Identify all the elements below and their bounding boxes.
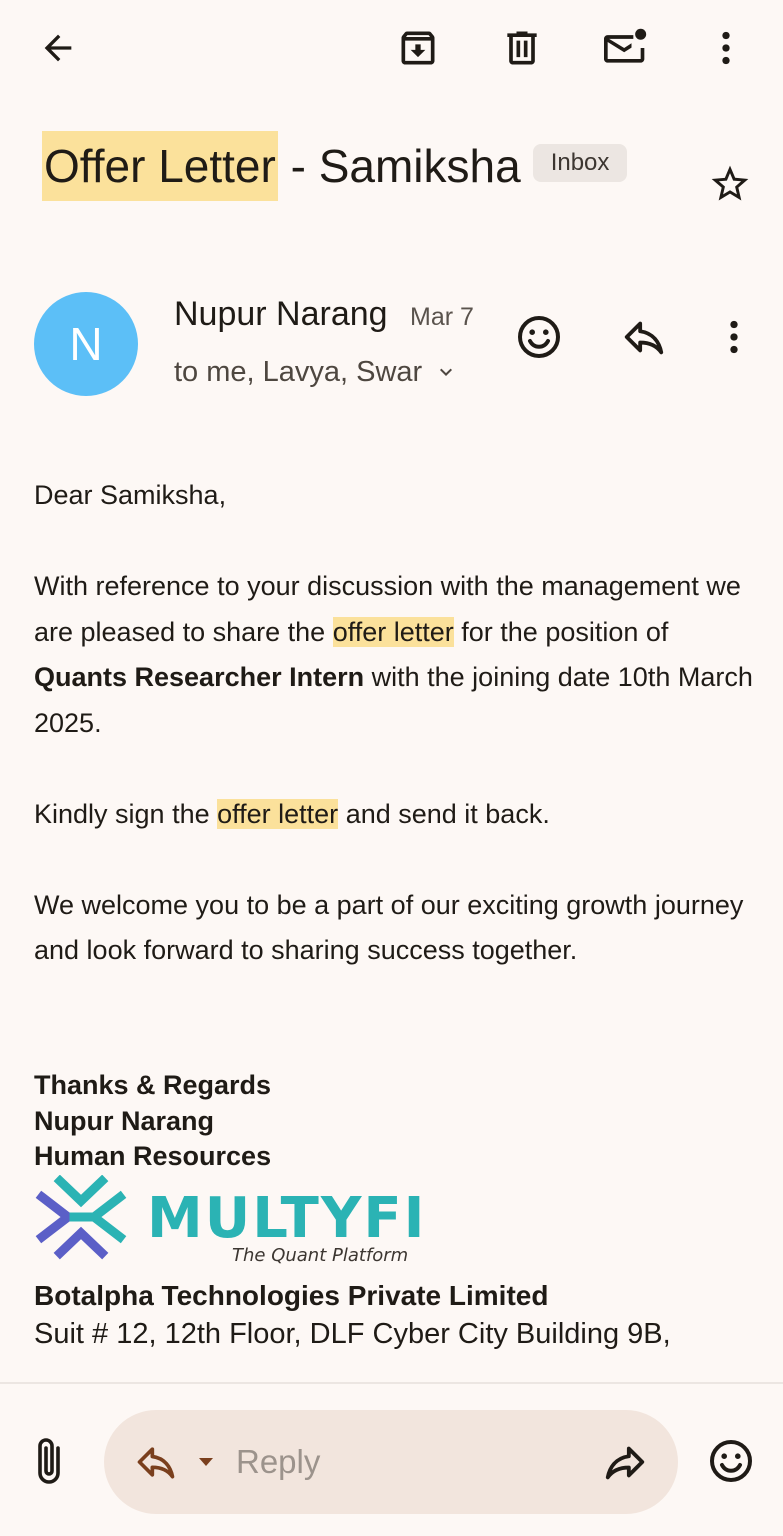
logo-tagline: The Quant Platform — [232, 1245, 408, 1266]
add-reaction-button[interactable] — [512, 310, 566, 364]
divider — [0, 1382, 783, 1384]
back-arrow-icon — [44, 34, 72, 62]
body-text: for the position of — [453, 616, 669, 647]
subject-line: Offer Letter - Samiksha Inbox — [42, 131, 692, 201]
search-highlight: offer letter — [217, 798, 339, 829]
attach-icon — [38, 1438, 60, 1484]
search-highlight: offer letter — [332, 616, 454, 647]
avatar-initial: N — [69, 318, 103, 370]
company-address: Suit # 12, 12th Floor, DLF Cyber City Bu… — [34, 1318, 671, 1350]
delete-button[interactable] — [494, 22, 550, 74]
reply-placeholder[interactable]: Reply — [236, 1443, 602, 1481]
multyfi-logo-icon: MULTYFI The Quant Platform — [35, 1174, 424, 1266]
emoji-react-icon — [710, 1440, 752, 1482]
more-options-button[interactable] — [700, 22, 752, 74]
back-button[interactable] — [30, 22, 86, 74]
reply-button[interactable] — [616, 310, 672, 364]
subject-text: - Samiksha — [277, 140, 521, 192]
star-button[interactable] — [704, 158, 756, 210]
signature-line: Thanks & Regards — [34, 1070, 272, 1100]
signature: Thanks & Regards Nupur Narang Human Reso… — [34, 1068, 754, 1175]
label-badge[interactable]: Inbox — [532, 144, 628, 182]
body-paragraph: With reference to your discussion with t… — [34, 564, 754, 746]
logo-wordmark: MULTYFI — [147, 1186, 424, 1251]
more-vert-icon — [730, 320, 738, 354]
signature-department: Human Resources — [34, 1141, 272, 1171]
recipients-text: to me, Lavya, Swar — [174, 356, 423, 388]
attach-button[interactable] — [24, 1432, 74, 1492]
mark-unread-icon — [604, 28, 647, 63]
star-icon — [711, 165, 749, 201]
message-more-button[interactable] — [714, 310, 754, 364]
body-text: and send it back. — [338, 798, 550, 829]
mark-unread-button[interactable] — [598, 22, 654, 74]
body-paragraph: Kindly sign the offer letter and send it… — [34, 792, 754, 838]
avatar[interactable]: N — [34, 292, 138, 396]
message-body: Dear Samiksha, With reference to your di… — [34, 473, 754, 974]
caret-down-icon[interactable] — [194, 1450, 218, 1474]
reply-icon — [624, 321, 664, 355]
subject-highlight: Offer Letter — [42, 131, 278, 201]
company-name: Botalpha Technologies Private Limited — [34, 1280, 549, 1311]
signature-name: Nupur Narang — [34, 1105, 215, 1136]
add-reaction-button[interactable] — [704, 1434, 758, 1488]
body-paragraph: We welcome you to be a part of our excit… — [34, 889, 744, 966]
position-title: Quants Researcher Intern — [34, 662, 365, 692]
forward-icon[interactable] — [602, 1439, 648, 1485]
emoji-react-icon — [518, 316, 560, 358]
greeting: Dear Samiksha, — [34, 480, 227, 510]
archive-button[interactable] — [390, 22, 446, 74]
message-date: Mar 7 — [410, 303, 474, 331]
sender-name: Nupur Narang — [174, 295, 388, 333]
more-vert-icon — [722, 31, 730, 65]
reply-box[interactable]: Reply — [104, 1410, 678, 1514]
company-logo: MULTYFI The Quant Platform — [34, 1174, 424, 1271]
recipients-toggle[interactable]: to me, Lavya, Swar — [174, 354, 458, 390]
chevron-down-icon — [440, 368, 453, 376]
reply-icon[interactable] — [134, 1440, 178, 1484]
delete-icon — [507, 31, 537, 65]
body-text: Kindly sign the — [34, 798, 218, 829]
archive-icon — [401, 31, 435, 65]
